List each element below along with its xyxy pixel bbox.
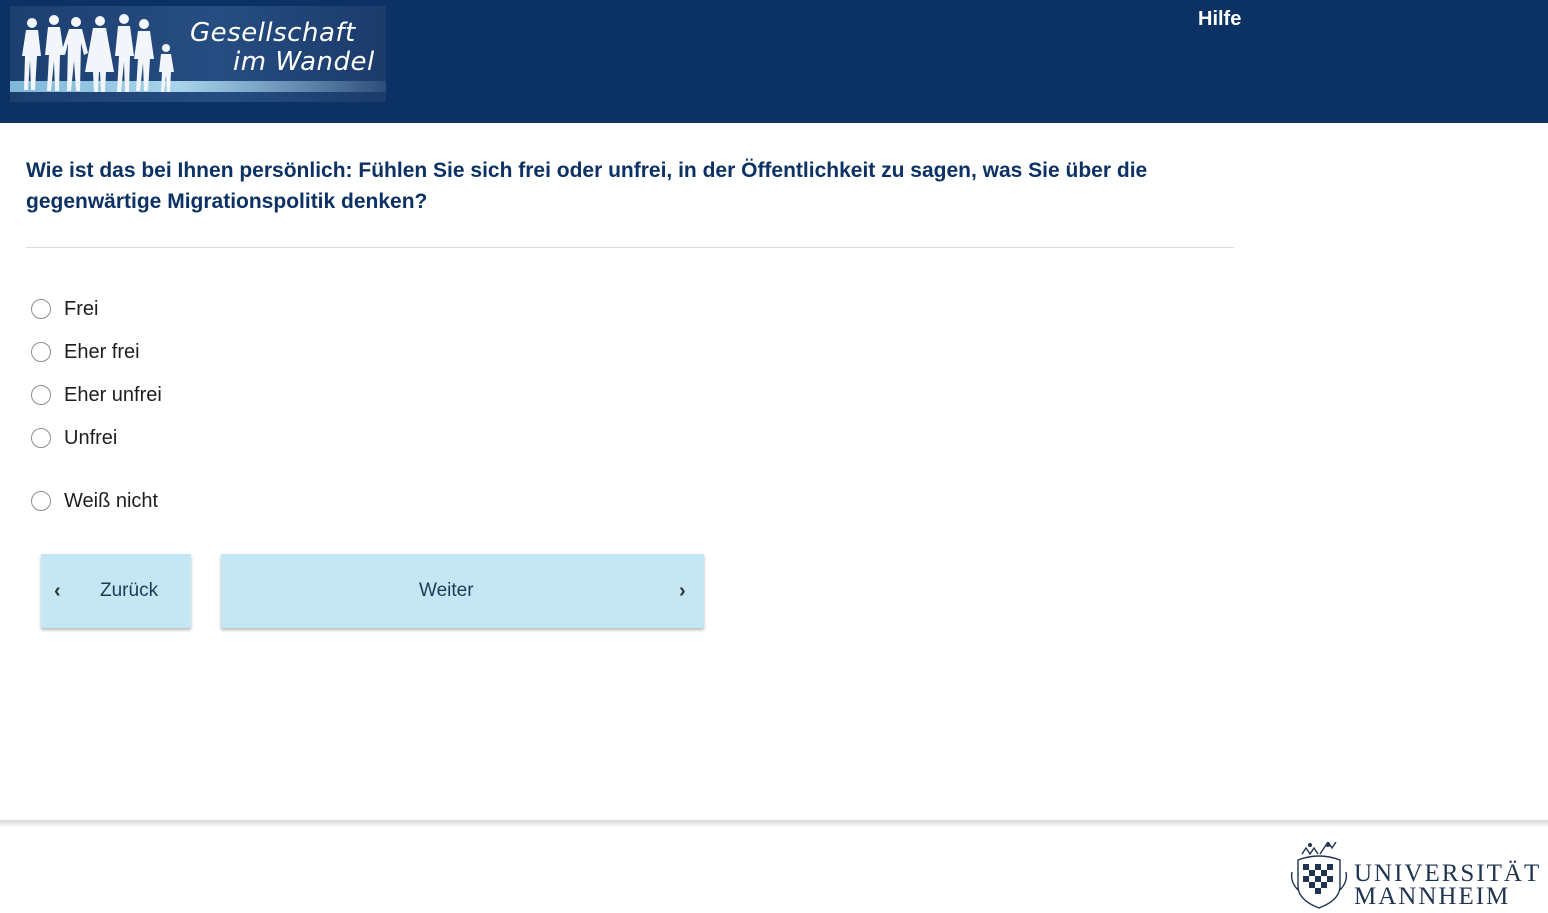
radio-button[interactable] (31, 385, 51, 405)
next-button-label: Weiter (419, 580, 474, 601)
option-label: Unfrei (64, 426, 118, 449)
question-text: Wie ist das bei Ihnen persönlich: Fühlen… (26, 159, 1148, 213)
option-eher-unfrei[interactable]: Eher unfrei (31, 383, 162, 407)
header-bar: Gesellschaft im Wandel Hilfe (0, 0, 1548, 123)
footer-divider (0, 820, 1548, 826)
university-crest-icon (1290, 842, 1348, 909)
radio-button[interactable] (31, 342, 51, 362)
option-label: Eher frei (64, 340, 140, 363)
option-label: Frei (64, 297, 99, 320)
next-button[interactable]: Weiter › (221, 554, 704, 628)
back-button-label: Zurück (100, 580, 159, 601)
option-unfrei[interactable]: Unfrei (31, 426, 117, 450)
option-eher-frei[interactable]: Eher frei (31, 340, 140, 364)
help-link[interactable]: Hilfe (1198, 8, 1241, 31)
option-frei[interactable]: Frei (31, 297, 98, 321)
chevron-right-icon: › (679, 580, 686, 602)
radio-button[interactable] (31, 491, 51, 511)
back-button[interactable]: ‹ Zurück (41, 554, 191, 628)
divider (26, 247, 1234, 248)
university-name-line2: MANNHEIM (1354, 883, 1511, 910)
chevron-left-icon: ‹ (54, 580, 61, 602)
people-silhouettes-icon (22, 14, 174, 92)
option-label: Weiß nicht (64, 489, 159, 512)
radio-button[interactable] (31, 428, 51, 448)
logo-title-line2: im Wandel (233, 47, 375, 77)
gesellschaft-im-wandel-logo: Gesellschaft im Wandel (10, 6, 386, 102)
radio-button[interactable] (31, 299, 51, 319)
logo-title-line1: Gesellschaft (190, 18, 356, 48)
option-label: Eher unfrei (64, 383, 162, 406)
option-weiss-nicht[interactable]: Weiß nicht (31, 489, 158, 513)
